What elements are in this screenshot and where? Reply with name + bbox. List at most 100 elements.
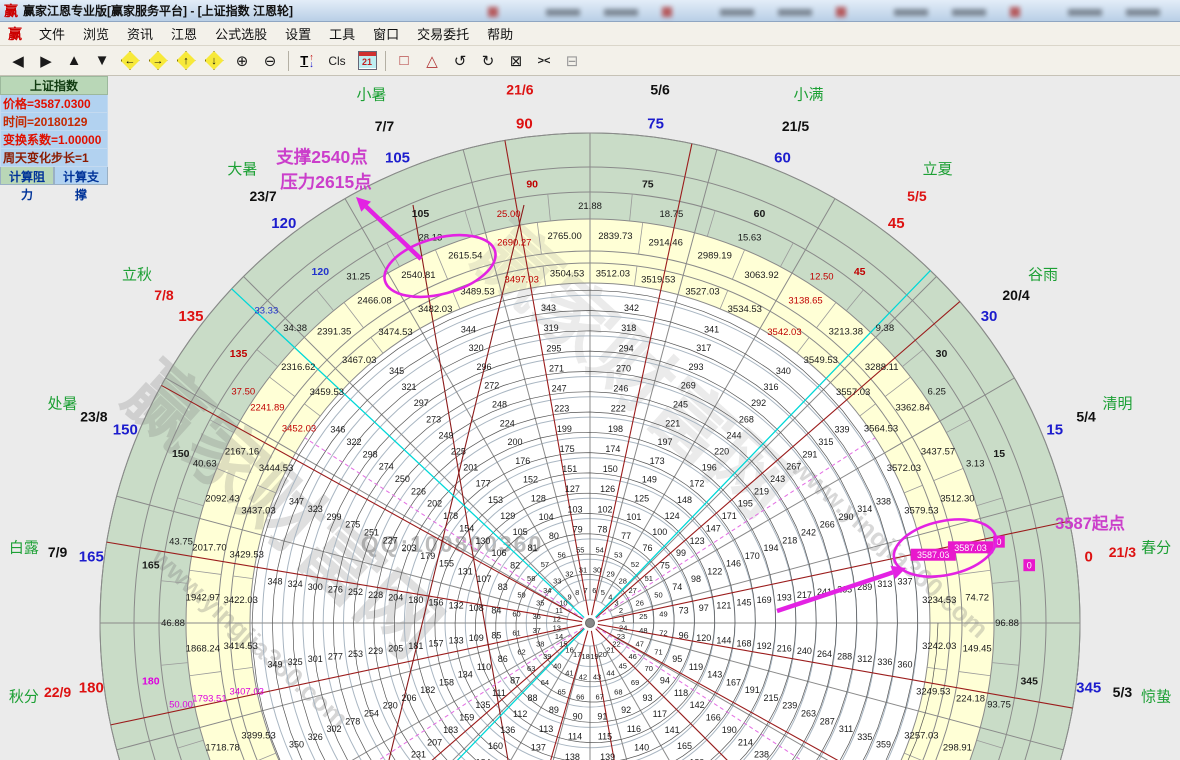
percent-ring-label: 3.13: [966, 458, 985, 469]
calendar-date-label: 5/4: [1076, 408, 1096, 424]
wheel-number: 277: [328, 652, 343, 662]
wheel-number: 129: [500, 511, 515, 521]
panel-buttons: 计算阻力计算支撑: [0, 167, 108, 185]
degrees-ring-highlight-value: 0: [1027, 561, 1032, 571]
wheel-number: 298: [363, 449, 378, 459]
wheel-number: 214: [738, 737, 753, 747]
wheel-number: 102: [597, 504, 612, 514]
calendar-date-label: 23/8: [80, 408, 107, 424]
price-inner-ring-label: 3444.53: [259, 463, 293, 474]
cls-button[interactable]: Cls: [322, 48, 352, 74]
pan-right-icon[interactable]: →: [145, 48, 171, 74]
converge-icon[interactable]: ><: [531, 48, 557, 74]
gann-wheel-canvas[interactable]: 赢家财富网赢家财富网www.yingjia360.comwww.yingjia3…: [0, 0, 1180, 760]
wheel-number: 95: [672, 654, 682, 664]
price-inner-ring-label: 3482.03: [418, 304, 452, 315]
price-inner-ring-label: 3527.03: [685, 287, 719, 298]
price-inner-ring-label: 3422.03: [224, 595, 258, 606]
wheel-number: 320: [469, 343, 484, 353]
wheel-number: 264: [817, 649, 832, 659]
triangle-tool-icon[interactable]: △: [419, 48, 445, 74]
resistance-annotation-text: 压力2615点: [280, 172, 372, 192]
wheel-number: 168: [736, 638, 751, 648]
wheel-number: 323: [308, 504, 323, 514]
menu-item-江恩[interactable]: 江恩: [162, 22, 206, 45]
menu-item-文件[interactable]: 文件: [30, 22, 74, 45]
nav-down-icon[interactable]: ▼: [89, 48, 115, 74]
wheel-number: 34: [543, 586, 551, 595]
nav-up-icon[interactable]: ▲: [61, 48, 87, 74]
application-window: 赢家财富网赢家财富网www.yingjia360.comwww.yingjia3…: [0, 0, 1180, 760]
wheel-number: 79: [573, 524, 583, 534]
wheel-number: 199: [557, 424, 572, 434]
wheel-number: 117: [653, 709, 667, 719]
wheel-number: 72: [659, 629, 667, 638]
wheel-number: 36: [532, 612, 540, 621]
wheel-number: 183: [443, 725, 458, 735]
menu-item-设置[interactable]: 设置: [276, 22, 320, 45]
wheel-number: 339: [835, 425, 850, 435]
price-outer-ring-label: 3288.11: [865, 362, 899, 373]
price-inner-ring-label: 3234.53: [922, 595, 956, 606]
zoom-in-icon[interactable]: ⊕: [229, 48, 255, 74]
wheel-number: 130: [475, 536, 490, 546]
wheel-number: 224: [500, 418, 515, 428]
degrees-ring-label: 105: [412, 208, 430, 220]
nav-right-icon[interactable]: ▶: [33, 48, 59, 74]
pan-up-icon[interactable]: ↑: [173, 48, 199, 74]
wheel-number: 29: [606, 569, 614, 578]
rotate-ccw-icon[interactable]: ↺: [447, 48, 473, 74]
wheel-number: 88: [528, 693, 538, 703]
wheel-number: 155: [439, 559, 454, 569]
rotate-cw-icon[interactable]: ↻: [475, 48, 501, 74]
nav-left-icon[interactable]: ◀: [5, 48, 31, 74]
wheel-number: 193: [777, 592, 792, 602]
sort-letter: T: [300, 53, 308, 68]
wheel-number: 290: [838, 512, 853, 522]
degrees-ring-label: 135: [230, 348, 248, 360]
wheel-number: 316: [764, 382, 779, 392]
wheel-number: 8: [575, 588, 579, 597]
wheel-number: 181: [408, 641, 423, 651]
menu-item-浏览[interactable]: 浏览: [74, 22, 118, 45]
menu-item-资讯[interactable]: 资讯: [118, 22, 162, 45]
price-outer-ring-label: 2914.46: [649, 237, 683, 248]
wheel-number: 139: [600, 752, 615, 760]
wheel-number: 93: [642, 693, 652, 703]
calendar-icon[interactable]: 21: [354, 48, 380, 74]
menu-item-交易委托[interactable]: 交易委托: [408, 22, 478, 45]
degrees-ring-label: 180: [142, 675, 160, 687]
menu-item-公式选股[interactable]: 公式选股: [206, 22, 276, 45]
wheel-number: 198: [608, 424, 623, 434]
panel-button-计算阻力[interactable]: 计算阻力: [0, 167, 54, 185]
pan-down-icon[interactable]: ↓: [201, 48, 227, 74]
wheel-number: 151: [562, 464, 577, 474]
pan-right-icon-glyph: →: [149, 51, 168, 70]
pan-left-icon[interactable]: ←: [117, 48, 143, 74]
wheel-number: 228: [368, 590, 383, 600]
price-outer-ring-label: 2167.16: [225, 446, 259, 457]
wheel-number: 207: [427, 737, 442, 747]
box-x-icon[interactable]: ⊠: [503, 48, 529, 74]
price-inner-ring-label: 3557.03: [836, 387, 870, 398]
menu-item-窗口[interactable]: 窗口: [364, 22, 408, 45]
wheel-number: 62: [517, 647, 525, 656]
clear-screen-icon[interactable]: ⊟: [559, 48, 585, 74]
time-sort-icon[interactable]: T↑↓: [294, 48, 320, 74]
wheel-number: 30: [593, 566, 601, 575]
pan-up-icon-glyph: ↑: [177, 51, 196, 70]
menu-item-帮助[interactable]: 帮助: [478, 22, 522, 45]
wheel-number: 152: [523, 475, 538, 485]
zoom-out-icon[interactable]: ⊖: [257, 48, 283, 74]
wheel-number: 359: [876, 740, 891, 750]
wheel-number: 49: [659, 609, 667, 618]
square-tool-icon[interactable]: □: [391, 48, 417, 74]
menu-item-工具[interactable]: 工具: [320, 22, 364, 45]
wheel-number: 346: [330, 425, 345, 435]
price-outer-ring-label: 298.91: [943, 743, 972, 754]
wheel-number: 238: [754, 750, 769, 760]
wheel-number: 38: [536, 640, 544, 649]
wheel-number: 146: [726, 559, 741, 569]
price-inner-ring-label: 3564.53: [864, 424, 898, 435]
panel-button-计算支撑[interactable]: 计算支撑: [54, 167, 108, 185]
